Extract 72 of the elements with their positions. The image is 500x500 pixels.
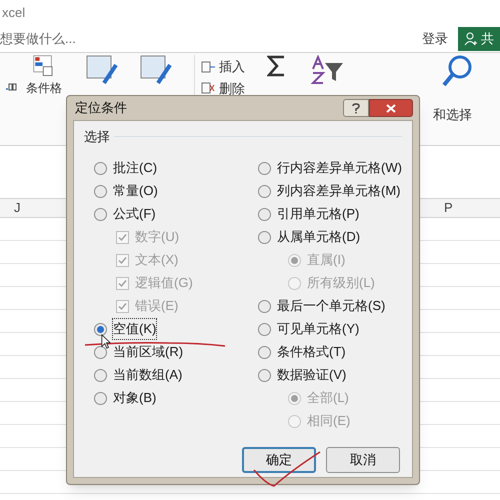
conditional-format-icon (33, 55, 55, 77)
option-label: 数据验证(V) (277, 366, 346, 384)
option-label: 行内容差异单元格(W) (277, 159, 402, 178)
column-header[interactable]: P (444, 198, 453, 218)
option-label: 条件格式(T) (277, 343, 346, 362)
dialog-button[interactable]: 取消 (326, 446, 400, 472)
radio-button[interactable] (258, 208, 271, 220)
option-label: 公式(F) (113, 205, 156, 224)
help-button[interactable] (343, 99, 369, 117)
radio-button[interactable] (94, 208, 107, 220)
checkmark-icon (118, 302, 127, 310)
decimal-icon (5, 83, 17, 91)
column-header[interactable]: J (14, 198, 24, 218)
option-label: 从属单元格(D) (277, 228, 360, 246)
option-label: 相同(E) (307, 412, 350, 430)
tell-me-field[interactable]: 想要做什么... (0, 29, 76, 49)
window-title: xcel (2, 4, 26, 22)
radio-button[interactable] (258, 322, 271, 336)
radio-button[interactable] (94, 322, 107, 336)
option-label: 批注(C) (113, 159, 158, 178)
option-label: 列内容差异单元格(M) (277, 182, 400, 200)
find-select-button[interactable]: 和选择 (433, 105, 472, 124)
person-icon (464, 32, 478, 46)
radio-button[interactable] (258, 162, 271, 174)
cell-style-icon (140, 55, 172, 85)
mouse-pointer-icon (101, 334, 111, 349)
option-label: 最后一个单元格(S) (277, 297, 386, 316)
delete-button[interactable]: 删除 (219, 78, 245, 98)
delete-icon (201, 82, 215, 94)
radio-button[interactable] (94, 346, 107, 358)
radio-button[interactable] (258, 368, 271, 382)
option-label: 错误(E) (135, 297, 178, 316)
hand-drawn-checkmark (252, 450, 322, 488)
insert-icon (201, 60, 215, 73)
radio-button[interactable] (94, 392, 107, 404)
radio-button[interactable] (258, 346, 271, 358)
option-label: 文本(X) (135, 251, 178, 270)
option-label: 可见单元格(Y) (277, 320, 360, 338)
radio-button[interactable] (258, 300, 271, 312)
option-label: 全部(L) (307, 389, 349, 408)
option-label: 空值(K) (113, 319, 156, 339)
checkmark-icon (118, 278, 127, 288)
sign-in-link[interactable]: 登录 (422, 29, 448, 49)
ribbon-label[interactable]: 条件格 (26, 79, 62, 97)
option-label: 引用单元格(P) (277, 205, 360, 224)
option-label: 当前区域(R) (113, 343, 184, 362)
table-format-icon (86, 55, 118, 85)
close-button[interactable] (369, 99, 413, 117)
radio-button[interactable] (94, 162, 107, 174)
insert-button[interactable]: 插入 (219, 57, 245, 76)
radio-button[interactable] (94, 368, 107, 382)
sort-filter-icon (309, 55, 345, 85)
share-button[interactable]: 共 (458, 27, 500, 51)
option-label: 逻辑值(G) (135, 274, 193, 292)
checkmark-icon (118, 232, 127, 242)
group-label: 选择 (84, 128, 110, 146)
option-label: 当前数组(A) (113, 366, 182, 384)
radio-button[interactable] (258, 230, 271, 244)
option-label: 所有级别(L) (307, 274, 375, 292)
option-label: 数字(U) (135, 228, 180, 246)
checkmark-icon (118, 256, 127, 264)
dialog-title: 定位条件 (74, 99, 127, 118)
radio-button[interactable] (258, 184, 271, 198)
dialog-button[interactable]: 确定 (242, 446, 316, 472)
option-label: 常量(O) (113, 182, 158, 200)
search-icon (442, 55, 472, 87)
option-label: 直属(I) (307, 251, 346, 270)
close-icon (386, 104, 396, 112)
question-icon (352, 102, 360, 114)
sum-icon (267, 55, 287, 77)
radio-button[interactable] (94, 184, 107, 198)
option-label: 对象(B) (113, 389, 156, 408)
